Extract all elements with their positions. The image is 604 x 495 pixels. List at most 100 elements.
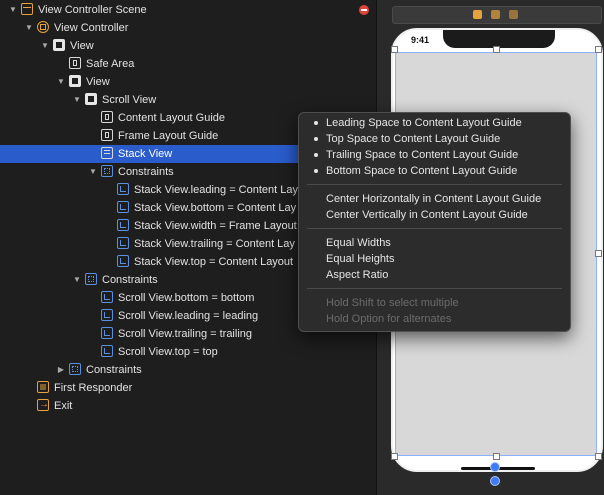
menu-item[interactable]: Equal Heights <box>326 251 395 267</box>
view-icon <box>53 39 65 51</box>
outline-row-label: Constraints <box>118 166 174 178</box>
first-responder-icon <box>37 381 49 393</box>
constraints-icon <box>101 165 113 177</box>
resize-handle[interactable] <box>493 46 500 53</box>
menu-item[interactable]: Aspect Ratio <box>326 267 388 283</box>
constraint-handle[interactable] <box>490 476 500 486</box>
menu-separator <box>307 228 562 229</box>
layout-guide-icon <box>101 111 113 123</box>
constraint-icon <box>101 309 113 321</box>
outline-row[interactable]: ▼ View Controller Scene <box>0 1 376 19</box>
disclosure-open-icon[interactable]: ▼ <box>72 271 82 289</box>
menu-item-label: Hold Option for alternates <box>326 313 452 325</box>
disclosure-open-icon[interactable]: ▼ <box>8 1 18 19</box>
layout-guide-icon <box>69 57 81 69</box>
scene-icon <box>21 3 33 15</box>
constraint-icon <box>101 327 113 339</box>
bullet-icon <box>314 169 318 173</box>
stack-view-icon <box>101 147 113 159</box>
constraint-icon <box>117 237 129 249</box>
outline-row-label: View Controller <box>54 22 129 34</box>
menu-item-label: Equal Heights <box>326 253 395 265</box>
constraint-context-menu[interactable]: Leading Space to Content Layout Guide Top… <box>298 112 571 332</box>
exit-dock-icon[interactable] <box>509 10 518 19</box>
menu-item-label: Trailing Space to Content Layout Guide <box>326 149 519 161</box>
outline-row[interactable]: Safe Area <box>0 55 376 73</box>
outline-row-label: Stack View.width = Frame Layout <box>134 220 297 232</box>
menu-item[interactable]: Top Space to Content Layout Guide <box>314 131 500 147</box>
disclosure-open-icon[interactable]: ▼ <box>24 19 34 37</box>
disclosure-open-icon[interactable]: ▼ <box>72 91 82 109</box>
menu-item[interactable]: Bottom Space to Content Layout Guide <box>314 163 517 179</box>
bullet-icon <box>314 121 318 125</box>
outline-row-label: Frame Layout Guide <box>118 130 219 142</box>
menu-item[interactable]: Equal Widths <box>326 235 391 251</box>
menu-separator <box>307 184 562 185</box>
menu-item-label: Aspect Ratio <box>326 269 389 281</box>
menu-item[interactable]: Trailing Space to Content Layout Guide <box>314 147 519 163</box>
disclosure-open-icon[interactable]: ▼ <box>40 37 50 55</box>
menu-item-label: Center Vertically in Content Layout Guid… <box>326 209 528 221</box>
first-responder-dock-icon[interactable] <box>491 10 500 19</box>
outline-row-label: Scroll View.top = top <box>118 346 218 358</box>
constraint-icon <box>101 291 113 303</box>
outline-row-label: Constraints <box>102 274 158 286</box>
outline-row[interactable]: ▼ View Controller <box>0 19 376 37</box>
outline-row-label: Scroll View.bottom = bottom <box>118 292 255 304</box>
scroll-view-icon <box>85 93 97 105</box>
menu-separator <box>307 288 562 289</box>
menu-hint: Hold Option for alternates <box>326 311 451 327</box>
outline-row-label: Safe Area <box>86 58 135 70</box>
menu-item[interactable]: Center Horizontally in Content Layout Gu… <box>326 191 541 207</box>
outline-row[interactable]: ▼ View <box>0 37 376 55</box>
outline-row-label: View <box>86 76 110 88</box>
outline-row-label: Stack View.trailing = Content Lay <box>134 238 295 250</box>
bullet-icon <box>314 153 318 157</box>
resize-handle[interactable] <box>391 453 398 460</box>
menu-item[interactable]: Leading Space to Content Layout Guide <box>314 115 522 131</box>
outline-row-label: Stack View.leading = Content Lay <box>134 184 298 196</box>
constraints-icon <box>85 273 97 285</box>
outline-row[interactable]: ▼ View <box>0 73 376 91</box>
outline-row-label: Stack View <box>118 148 173 160</box>
disclosure-open-icon[interactable]: ▼ <box>56 73 66 91</box>
constraint-handle[interactable] <box>490 462 500 472</box>
view-controller-dock-icon[interactable] <box>473 10 482 19</box>
constraint-icon <box>117 201 129 213</box>
outline-row-label: Stack View.top = Content Layout <box>134 256 294 268</box>
constraints-icon <box>69 363 81 375</box>
outline-row-label: Constraints <box>86 364 142 376</box>
outline-row[interactable]: Exit <box>0 396 376 415</box>
disclosure-closed-icon[interactable]: ▶ <box>56 361 66 379</box>
menu-hint: Hold Shift to select multiple <box>326 295 459 311</box>
resize-handle[interactable] <box>595 250 602 257</box>
outline-row[interactable]: First Responder <box>0 379 376 397</box>
outline-row-label: Scroll View.trailing = trailing <box>118 328 252 340</box>
view-icon <box>69 75 81 87</box>
view-controller-icon <box>37 21 49 33</box>
outline-row-label: Scroll View.leading = leading <box>118 310 259 322</box>
menu-item-label: Equal Widths <box>326 237 391 249</box>
constraint-icon <box>117 219 129 231</box>
menu-item-label: Hold Shift to select multiple <box>326 297 459 309</box>
outline-row-label: View <box>70 40 94 52</box>
resize-handle[interactable] <box>391 46 398 53</box>
constraint-icon <box>117 255 129 267</box>
resize-handle[interactable] <box>595 453 602 460</box>
outline-row[interactable]: Scroll View.top = top <box>0 343 376 361</box>
menu-item-label: Leading Space to Content Layout Guide <box>326 117 522 129</box>
outline-row[interactable]: ▼ Scroll View <box>0 91 376 109</box>
menu-item-label: Center Horizontally in Content Layout Gu… <box>326 193 542 205</box>
warning-badge-icon[interactable] <box>359 5 369 15</box>
resize-handle[interactable] <box>493 453 500 460</box>
disclosure-open-icon[interactable]: ▼ <box>88 163 98 181</box>
outline-row[interactable]: ▶ Constraints <box>0 361 376 379</box>
exit-icon <box>37 396 49 414</box>
resize-handle[interactable] <box>595 46 602 53</box>
layout-guide-icon <box>101 129 113 141</box>
menu-item[interactable]: Center Vertically in Content Layout Guid… <box>326 207 528 223</box>
outline-row-label: Stack View.bottom = Content Lay <box>134 202 297 214</box>
outline-row-label: Content Layout Guide <box>118 112 226 124</box>
constraint-icon <box>117 183 129 195</box>
constraint-icon <box>101 345 113 357</box>
